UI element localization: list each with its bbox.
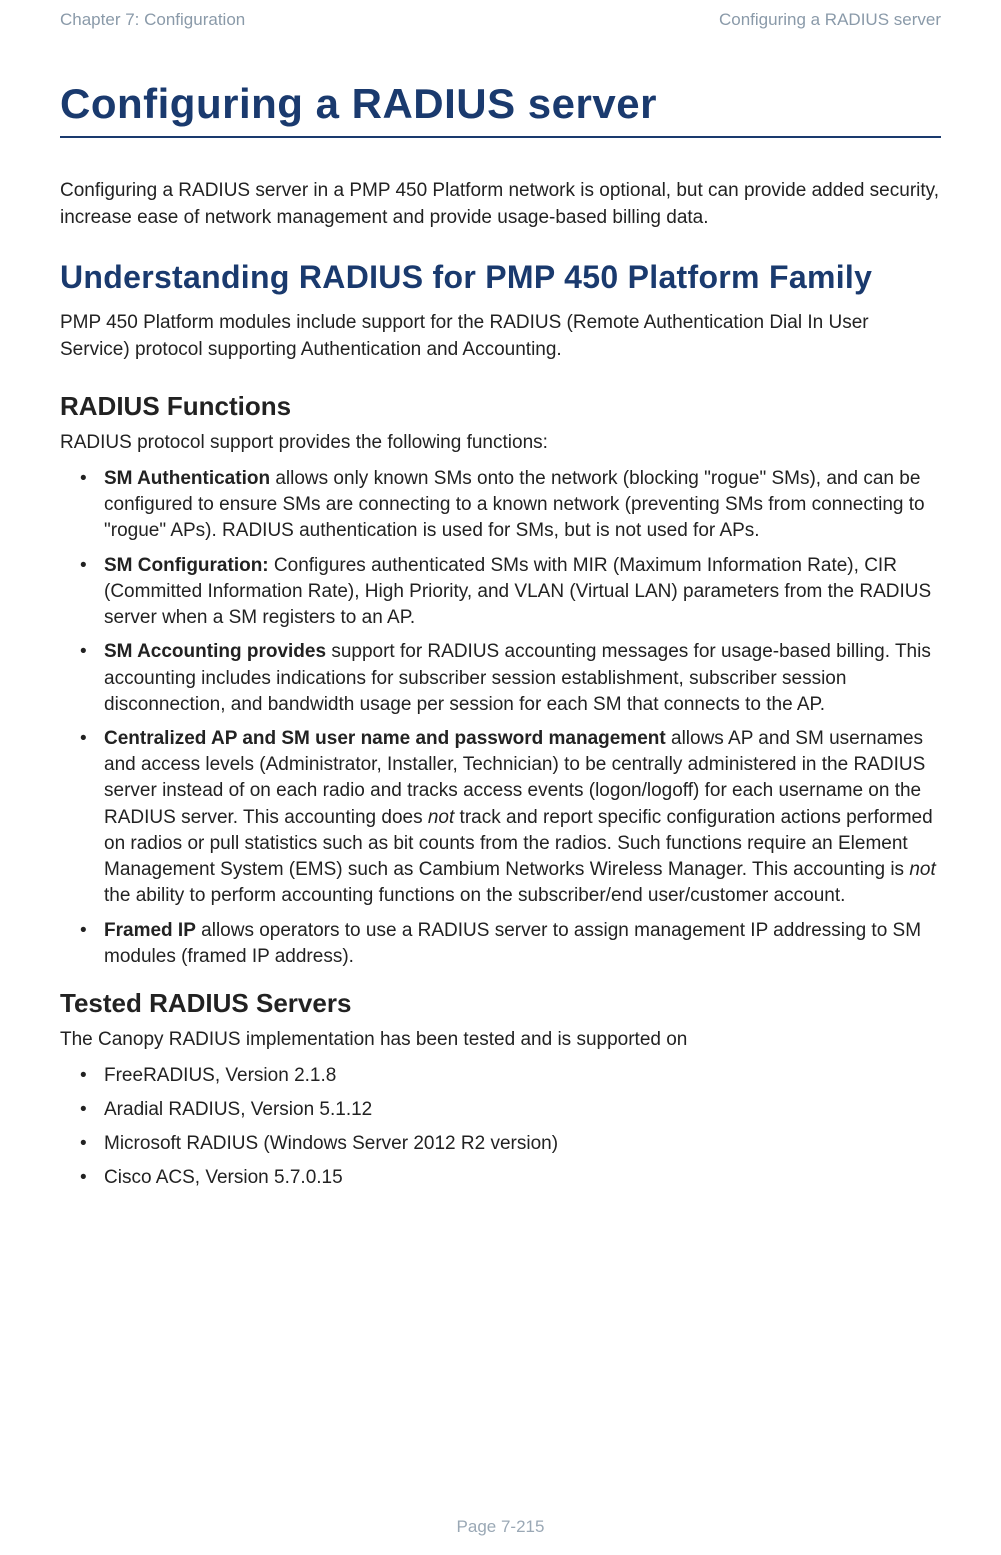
tested-servers-heading: Tested RADIUS Servers	[60, 988, 941, 1019]
running-header: Chapter 7: Configuration Configuring a R…	[60, 10, 941, 70]
list-item: SM Authentication allows only known SMs …	[80, 462, 941, 549]
list-item-text: allows operators to use a RADIUS server …	[104, 920, 921, 967]
list-item-text: FreeRADIUS, Version 2.1.8	[104, 1065, 336, 1086]
list-item: Cisco ACS, Version 5.7.0.15	[80, 1161, 941, 1195]
header-right: Configuring a RADIUS server	[719, 10, 941, 30]
list-item: SM Configuration: Configures authenticat…	[80, 549, 941, 636]
radius-functions-heading: RADIUS Functions	[60, 391, 941, 422]
list-item-bold: Centralized AP and SM user name and pass…	[104, 728, 666, 749]
header-left: Chapter 7: Configuration	[60, 10, 245, 30]
list-item: FreeRADIUS, Version 2.1.8	[80, 1059, 941, 1093]
list-item-bold: SM Authentication	[104, 468, 270, 489]
tested-servers-lead: The Canopy RADIUS implementation has bee…	[60, 1027, 941, 1053]
tested-servers-list: FreeRADIUS, Version 2.1.8 Aradial RADIUS…	[60, 1059, 941, 1196]
section-understanding-heading: Understanding RADIUS for PMP 450 Platfor…	[60, 259, 941, 296]
list-item-bold: Framed IP	[104, 920, 196, 941]
list-item-bold: SM Accounting provides	[104, 641, 326, 662]
list-item: SM Accounting provides support for RADIU…	[80, 635, 941, 722]
list-item-text: Microsoft RADIUS (Windows Server 2012 R2…	[104, 1133, 558, 1154]
title-rule	[60, 136, 941, 138]
list-item: Framed IP allows operators to use a RADI…	[80, 914, 941, 974]
list-item: Microsoft RADIUS (Windows Server 2012 R2…	[80, 1127, 941, 1161]
page-title: Configuring a RADIUS server	[60, 80, 941, 128]
list-item-text: Cisco ACS, Version 5.7.0.15	[104, 1167, 343, 1188]
radius-functions-lead: RADIUS protocol support provides the fol…	[60, 430, 941, 456]
radius-functions-list: SM Authentication allows only known SMs …	[60, 462, 941, 974]
list-item-bold: SM Configuration:	[104, 555, 269, 576]
page: Chapter 7: Configuration Configuring a R…	[0, 0, 1001, 1555]
list-item: Aradial RADIUS, Version 5.1.12	[80, 1093, 941, 1127]
page-footer: Page 7-215	[0, 1517, 1001, 1537]
list-item-italic: not	[909, 859, 935, 880]
intro-paragraph: Configuring a RADIUS server in a PMP 450…	[60, 178, 941, 231]
list-item: Centralized AP and SM user name and pass…	[80, 722, 941, 914]
list-item-italic: not	[428, 807, 454, 828]
list-item-text: Aradial RADIUS, Version 5.1.12	[104, 1099, 372, 1120]
list-item-text: the ability to perform accounting functi…	[104, 885, 845, 906]
section-understanding-body: PMP 450 Platform modules include support…	[60, 310, 941, 363]
